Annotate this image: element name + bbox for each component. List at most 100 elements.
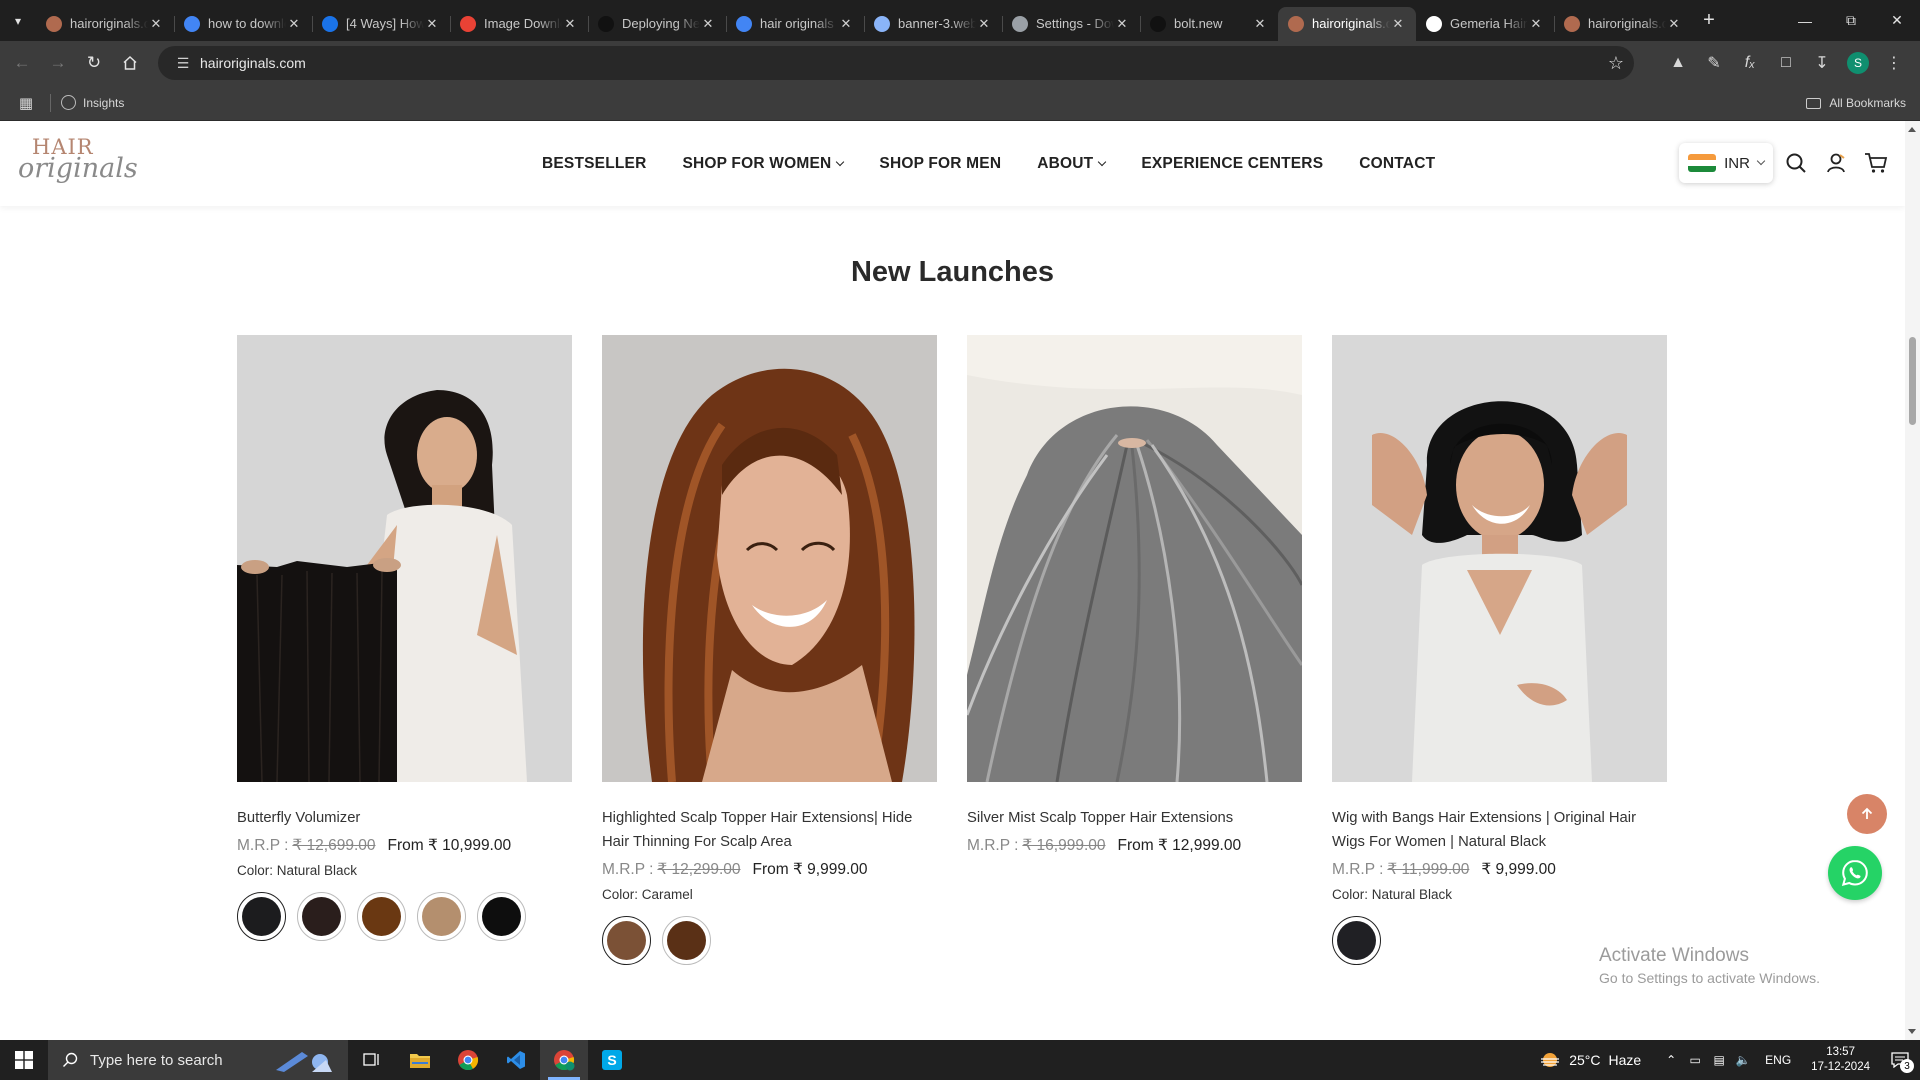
weather-widget[interactable]: 25°C Haze: [1539, 1051, 1641, 1069]
product-card[interactable]: Wig with Bangs Hair Extensions | Origina…: [1332, 335, 1667, 965]
taskbar-search[interactable]: Type here to search: [48, 1040, 348, 1080]
scrollbar-thumb[interactable]: [1909, 337, 1916, 425]
address-bar[interactable]: ☰ hairoriginals.com ☆: [158, 46, 1634, 80]
downloads-icon[interactable]: ↧: [1804, 45, 1840, 81]
skype-button[interactable]: S: [588, 1040, 636, 1080]
new-tab-button[interactable]: +: [1692, 9, 1726, 32]
close-tab-icon[interactable]: ✕: [1528, 16, 1544, 32]
notifications-button[interactable]: 3: [1880, 1040, 1920, 1080]
nav-item-3[interactable]: ABOUT: [1037, 155, 1107, 173]
back-button[interactable]: ←: [4, 45, 40, 81]
browser-tab[interactable]: hairoriginals.com✕: [36, 7, 174, 41]
browser-tab[interactable]: Settings - Downloads✕: [1002, 7, 1140, 41]
color-swatch[interactable]: [297, 892, 346, 941]
usb-drive-icon[interactable]: ▭: [1683, 1053, 1707, 1067]
close-tab-icon[interactable]: ✕: [1252, 16, 1268, 32]
site-info-icon[interactable]: ☰: [166, 55, 200, 72]
minimize-button[interactable]: —: [1782, 0, 1828, 41]
close-tab-icon[interactable]: ✕: [700, 16, 716, 32]
color-swatch[interactable]: [1332, 916, 1381, 965]
browser-tab[interactable]: Deploying Next.js✕: [588, 7, 726, 41]
browser-tab[interactable]: hair originals ✕: [726, 7, 864, 41]
product-name[interactable]: Butterfly Volumizer: [237, 806, 572, 830]
browser-tab[interactable]: [4 Ways] How to✕: [312, 7, 450, 41]
product-name[interactable]: Silver Mist Scalp Topper Hair Extensions: [967, 806, 1302, 830]
close-tab-icon[interactable]: ✕: [976, 16, 992, 32]
product-image[interactable]: [967, 335, 1302, 782]
home-button[interactable]: [112, 45, 148, 81]
whatsapp-chat-button[interactable]: [1828, 846, 1882, 900]
product-image[interactable]: [237, 335, 572, 782]
network-icon[interactable]: ▤: [1707, 1053, 1731, 1067]
input-language[interactable]: ENG: [1765, 1053, 1791, 1067]
vscode-button[interactable]: [492, 1040, 540, 1080]
account-button[interactable]: [1819, 146, 1853, 180]
nav-item-0[interactable]: BESTSELLER: [542, 155, 646, 173]
product-name[interactable]: Highlighted Scalp Topper Hair Extensions…: [602, 806, 937, 854]
extension-icon[interactable]: ▲: [1660, 45, 1696, 81]
browser-tab[interactable]: Gemeria Hair ✕: [1416, 7, 1554, 41]
color-swatch[interactable]: [237, 892, 286, 941]
close-tab-icon[interactable]: ✕: [1666, 16, 1682, 32]
tab-search-button[interactable]: ▾: [0, 0, 36, 41]
product-image[interactable]: [602, 335, 937, 782]
close-tab-icon[interactable]: ✕: [1390, 16, 1406, 32]
close-tab-icon[interactable]: ✕: [286, 16, 302, 32]
apps-grid-icon[interactable]: ▦: [12, 94, 40, 112]
reload-button[interactable]: ↻: [76, 45, 112, 81]
product-card[interactable]: Highlighted Scalp Topper Hair Extensions…: [602, 335, 937, 965]
browser-tab[interactable]: hairoriginals.com✕: [1278, 6, 1416, 41]
all-bookmarks-button[interactable]: All Bookmarks: [1806, 85, 1906, 121]
chevron-up-icon[interactable]: ⌃: [1659, 1053, 1683, 1067]
search-button[interactable]: [1779, 146, 1813, 180]
bookmark-star-icon[interactable]: ☆: [1598, 53, 1634, 74]
product-image[interactable]: [1332, 335, 1667, 782]
color-swatch[interactable]: [357, 892, 406, 941]
product-card[interactable]: Silver Mist Scalp Topper Hair Extensions…: [967, 335, 1302, 855]
cart-button[interactable]: [1859, 146, 1893, 180]
close-tab-icon[interactable]: ✕: [1114, 16, 1130, 32]
function-icon[interactable]: fₓ: [1732, 45, 1768, 81]
page-scrollbar[interactable]: [1905, 121, 1920, 1040]
taskbar-clock[interactable]: 13:57 17-12-2024: [1811, 1045, 1870, 1075]
site-logo[interactable]: HAIR originals: [18, 133, 138, 193]
color-swatch[interactable]: [662, 916, 711, 965]
browser-tab[interactable]: how to download✕: [174, 7, 312, 41]
close-tab-icon[interactable]: ✕: [562, 16, 578, 32]
product-card[interactable]: Butterfly Volumizer M.R.P : ₹ 12,699.00 …: [237, 335, 572, 941]
scroll-down-arrow[interactable]: [1908, 1029, 1916, 1034]
browser-tab[interactable]: Image Downloader✕: [450, 7, 588, 41]
pen-icon[interactable]: ✎: [1696, 45, 1732, 81]
extensions-puzzle-icon[interactable]: □: [1768, 45, 1804, 81]
nav-item-1[interactable]: SHOP FOR WOMEN: [682, 155, 845, 173]
task-view-button[interactable]: [348, 1040, 396, 1080]
close-tab-icon[interactable]: ✕: [838, 16, 854, 32]
nav-item-2[interactable]: SHOP FOR MEN: [879, 155, 1001, 173]
scroll-up-arrow[interactable]: [1908, 127, 1916, 132]
volume-icon[interactable]: 🔈: [1731, 1053, 1755, 1067]
nav-item-5[interactable]: CONTACT: [1359, 155, 1435, 173]
file-explorer-button[interactable]: [396, 1040, 444, 1080]
nav-item-4[interactable]: EXPERIENCE CENTERS: [1141, 155, 1323, 173]
currency-selector[interactable]: INR: [1679, 143, 1773, 183]
browser-tab[interactable]: banner-3.webp✕: [864, 7, 1002, 41]
browser-tab[interactable]: hairoriginals.com✕: [1554, 7, 1692, 41]
restore-button[interactable]: ⧉: [1828, 0, 1874, 41]
tab-title: hairoriginals.com: [1588, 16, 1666, 31]
scroll-to-top-button[interactable]: [1847, 794, 1887, 834]
browser-menu-icon[interactable]: ⋮: [1876, 45, 1912, 81]
product-name[interactable]: Wig with Bangs Hair Extensions | Origina…: [1332, 806, 1667, 854]
color-swatch[interactable]: [417, 892, 466, 941]
close-window-button[interactable]: ✕: [1874, 0, 1920, 41]
start-button[interactable]: [0, 1040, 48, 1080]
bookmark-insights[interactable]: Insights: [61, 95, 124, 110]
forward-button[interactable]: →: [40, 45, 76, 81]
browser-tab[interactable]: bolt.new ✕: [1140, 7, 1278, 41]
chrome-active-button[interactable]: [540, 1040, 588, 1080]
color-swatch[interactable]: [477, 892, 526, 941]
color-swatch[interactable]: [602, 916, 651, 965]
chrome-button[interactable]: [444, 1040, 492, 1080]
close-tab-icon[interactable]: ✕: [424, 16, 440, 32]
profile-avatar[interactable]: S: [1840, 45, 1876, 81]
close-tab-icon[interactable]: ✕: [148, 16, 164, 32]
